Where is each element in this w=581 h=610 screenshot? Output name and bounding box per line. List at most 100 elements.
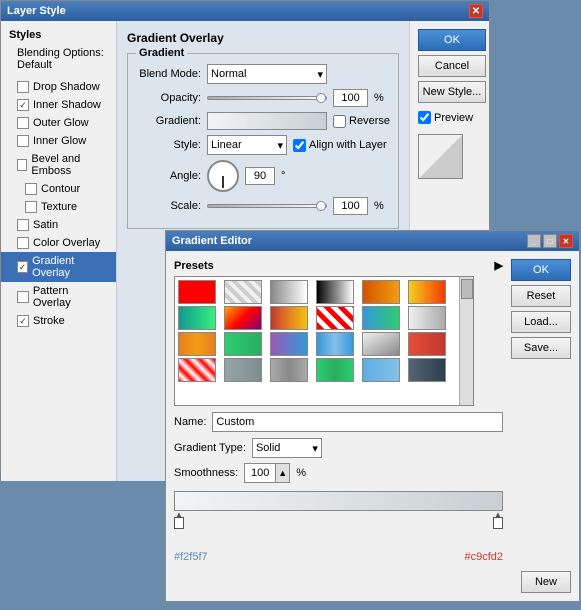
sidebar-item-bevel-emboss[interactable]: Bevel and Emboss (1, 150, 116, 180)
sidebar-item-inner-shadow[interactable]: Inner Shadow (1, 96, 116, 114)
reverse-label[interactable]: Reverse (333, 115, 390, 128)
sidebar-item-pattern-overlay[interactable]: Pattern Overlay (1, 282, 116, 312)
scale-slider[interactable] (207, 204, 327, 208)
ge-save-button[interactable]: Save... (511, 337, 571, 359)
preset-swatch-10[interactable] (362, 306, 400, 330)
gradient-bar[interactable] (174, 491, 503, 511)
outer-glow-checkbox[interactable] (17, 117, 29, 129)
preset-swatch-16[interactable] (362, 332, 400, 356)
smoothness-stepper[interactable]: ▲ (244, 463, 290, 483)
smoothness-label: Smoothness: (174, 467, 238, 479)
ge-load-button[interactable]: Load... (511, 311, 571, 333)
sidebar-item-inner-glow[interactable]: Inner Glow (1, 132, 116, 150)
preset-swatch-14[interactable] (270, 332, 308, 356)
blend-mode-label: Blend Mode: (136, 68, 201, 80)
left-stop[interactable]: ▲ (174, 517, 184, 529)
minimize-button[interactable]: _ (527, 234, 541, 248)
preset-swatch-8[interactable] (270, 306, 308, 330)
contour-label: Contour (41, 183, 80, 195)
preset-swatch-2[interactable] (270, 280, 308, 304)
preset-swatch-7[interactable] (224, 306, 262, 330)
inner-glow-checkbox[interactable] (17, 135, 29, 147)
preset-swatch-6[interactable] (178, 306, 216, 330)
stroke-checkbox[interactable] (17, 315, 29, 327)
preset-swatch-17[interactable] (408, 332, 446, 356)
preset-swatch-12[interactable] (178, 332, 216, 356)
sidebar-item-drop-shadow[interactable]: Drop Shadow (1, 78, 116, 96)
gradient-overlay-title: Gradient Overlay (127, 31, 399, 45)
sidebar-item-satin[interactable]: Satin (1, 216, 116, 234)
angle-input[interactable] (245, 167, 275, 185)
preset-swatch-11[interactable] (408, 306, 446, 330)
angle-row: Angle: ° (136, 160, 390, 192)
texture-checkbox[interactable] (25, 201, 37, 213)
contour-checkbox[interactable] (25, 183, 37, 195)
preset-swatch-4[interactable] (362, 280, 400, 304)
ok-button[interactable]: OK (418, 29, 486, 51)
sidebar-item-contour[interactable]: Contour (1, 180, 116, 198)
right-color-value: #c9cfd2 (464, 551, 503, 563)
align-layer-checkbox[interactable] (293, 139, 306, 152)
preset-swatch-1[interactable] (224, 280, 262, 304)
preset-swatch-23[interactable] (408, 358, 446, 382)
scrollbar-thumb[interactable] (461, 279, 473, 299)
gradient-type-dropdown[interactable]: Solid ▾ (252, 438, 322, 458)
gradient-editor-close-button[interactable]: ✕ (559, 234, 573, 248)
preset-swatch-22[interactable] (362, 358, 400, 382)
drop-shadow-checkbox[interactable] (17, 81, 29, 93)
style-dropdown[interactable]: Linear ▾ (207, 135, 287, 155)
blend-mode-value: Normal (211, 68, 246, 80)
opacity-thumb (316, 93, 326, 103)
gradient-overlay-label: Gradient Overlay (32, 255, 108, 279)
gradient-overlay-checkbox[interactable] (17, 261, 28, 273)
preset-swatch-20[interactable] (270, 358, 308, 382)
sidebar-item-blending[interactable]: Blending Options: Default (1, 44, 116, 74)
preset-swatch-21[interactable] (316, 358, 354, 382)
reverse-checkbox[interactable] (333, 115, 346, 128)
inner-shadow-checkbox[interactable] (17, 99, 29, 111)
stroke-label: Stroke (33, 315, 65, 327)
sidebar-item-color-overlay[interactable]: Color Overlay (1, 234, 116, 252)
sidebar-item-gradient-overlay[interactable]: Gradient Overlay (1, 252, 116, 282)
sidebar-item-stroke[interactable]: Stroke (1, 312, 116, 330)
name-label: Name: (174, 416, 206, 428)
gradient-editor-body: Presets ▶ Name: Gradient Type: Solid (166, 251, 579, 571)
presets-scrollbar[interactable] (459, 277, 473, 405)
opacity-slider[interactable] (207, 96, 327, 100)
ge-new-button[interactable]: New (521, 571, 571, 593)
sidebar-item-outer-glow[interactable]: Outer Glow (1, 114, 116, 132)
right-stop[interactable]: ▲ (493, 517, 503, 529)
smoothness-input[interactable] (245, 464, 275, 482)
maximize-button[interactable]: □ (543, 234, 557, 248)
preview-label[interactable]: Preview (418, 111, 481, 124)
opacity-input[interactable] (333, 89, 368, 107)
gradient-preview[interactable] (207, 112, 327, 130)
sidebar-item-texture[interactable]: Texture (1, 198, 116, 216)
preset-swatch-19[interactable] (224, 358, 262, 382)
preset-swatch-9[interactable] (316, 306, 354, 330)
angle-dial[interactable] (207, 160, 239, 192)
angle-line (222, 176, 224, 188)
satin-checkbox[interactable] (17, 219, 29, 231)
preset-swatch-18[interactable] (178, 358, 216, 382)
name-input[interactable] (212, 412, 503, 432)
preset-swatch-15[interactable] (316, 332, 354, 356)
ge-reset-button[interactable]: Reset (511, 285, 571, 307)
align-layer-label[interactable]: Align with Layer (293, 139, 387, 152)
layer-style-sidebar: Styles Blending Options: Default Drop Sh… (1, 21, 117, 481)
blend-mode-dropdown[interactable]: Normal ▾ (207, 64, 327, 84)
smoothness-increment[interactable]: ▲ (275, 464, 289, 482)
close-button[interactable]: ✕ (469, 4, 483, 18)
preset-swatch-5[interactable] (408, 280, 446, 304)
new-style-button[interactable]: New Style... (418, 81, 486, 103)
preset-swatch-0[interactable] (178, 280, 216, 304)
scale-input[interactable] (333, 197, 368, 215)
bevel-emboss-checkbox[interactable] (17, 159, 27, 171)
preview-checkbox[interactable] (418, 111, 431, 124)
preset-swatch-13[interactable] (224, 332, 262, 356)
cancel-button[interactable]: Cancel (418, 55, 486, 77)
ge-ok-button[interactable]: OK (511, 259, 571, 281)
pattern-overlay-checkbox[interactable] (17, 291, 29, 303)
color-overlay-checkbox[interactable] (17, 237, 29, 249)
preset-swatch-3[interactable] (316, 280, 354, 304)
